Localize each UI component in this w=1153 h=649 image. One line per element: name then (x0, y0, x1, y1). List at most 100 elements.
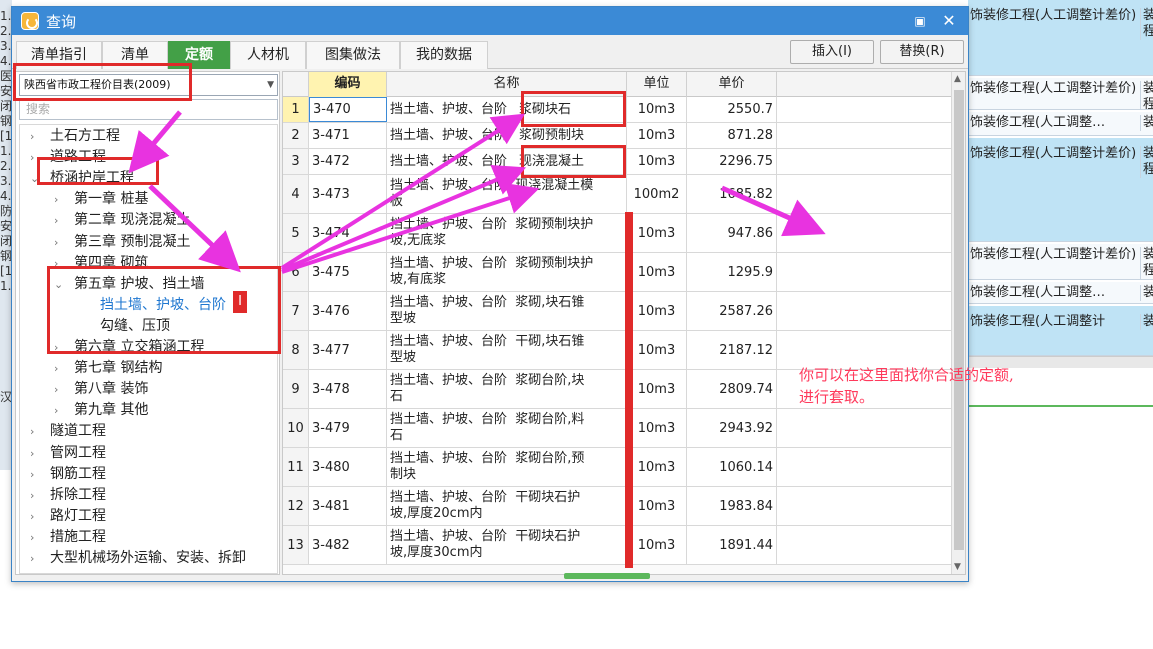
tab-my-data[interactable]: 我的数据 (400, 41, 488, 69)
cell-code: 3-471 (309, 123, 387, 148)
background-cell: 装 (1140, 314, 1153, 330)
cell-unit: 10m3 (627, 331, 687, 369)
tree-node[interactable]: › 拆除工程 (30, 485, 106, 506)
annotation-line-2: 进行套取。 (799, 388, 875, 406)
chevron-right-icon[interactable]: › (54, 358, 66, 379)
table-row[interactable]: 6 3-475 挡土墙、护坡、台阶 浆砌预制块护 坡,有底浆 10m3 1295.9 (283, 253, 951, 292)
cell-name-line: 挡土墙、护坡、台阶 浆砌,块石锥 (390, 295, 585, 310)
tree-node[interactable]: › 路灯工程 (30, 506, 106, 527)
tree-node[interactable]: › 第三章 预制混凝土 (54, 232, 190, 253)
splitter-handle[interactable] (564, 573, 650, 579)
background-strip-text: 3. (0, 39, 12, 53)
tree-node[interactable]: › 第二章 现浇混凝土 (54, 210, 190, 231)
header-unit[interactable]: 单位 (627, 72, 687, 97)
tab-materials[interactable]: 人材机 (230, 41, 306, 69)
chevron-right-icon[interactable]: › (54, 189, 66, 210)
tree-node[interactable]: › 措施工程 (30, 527, 106, 548)
background-strip-text: 2. (0, 24, 12, 38)
tree-node-label: 土石方工程 (50, 128, 120, 144)
tree-node[interactable]: › 隧道工程 (30, 421, 106, 442)
chevron-right-icon[interactable]: › (30, 464, 42, 485)
background-cell: 装程 (1140, 8, 1153, 40)
tree-node-label: 第一章 桩基 (74, 191, 149, 208)
cell-code: 3-472 (309, 149, 387, 174)
background-cell: 装 (1140, 285, 1153, 301)
cell-code: 3-475 (309, 253, 387, 291)
table-row[interactable]: 13 3-482 挡土墙、护坡、台阶 干砌块石护 坡,厚度30cm内 10m3 1891.… (283, 526, 951, 565)
cell-code: 3-473 (309, 175, 387, 213)
chevron-right-icon[interactable]: › (30, 548, 42, 569)
cell-name: 挡土墙、护坡、台阶 干砌块石护 坡,厚度20cm内 (387, 487, 627, 525)
table-row[interactable]: 11 3-480 挡土墙、护坡、台阶 浆砌台阶,预 制块 10m3 1060.14 (283, 448, 951, 487)
row-index: 8 (283, 331, 309, 369)
background-strip-text: 3. (0, 174, 12, 188)
vertical-scrollbar[interactable]: ▲ ▼ (951, 72, 965, 574)
background-strip-text: 1. (0, 279, 12, 293)
chevron-right-icon[interactable]: › (30, 126, 42, 147)
cell-code: 3-478 (309, 370, 387, 408)
cell-name-line: 挡土墙、护坡、台阶 干砌块石护 (390, 490, 581, 505)
maximize-icon[interactable]: ▣ (910, 12, 930, 30)
chevron-right-icon[interactable]: › (54, 210, 66, 231)
row-index: 2 (283, 123, 309, 148)
header-price[interactable]: 单价 (687, 72, 777, 97)
chevron-right-icon[interactable]: › (30, 443, 42, 464)
highlight-bridge (37, 157, 159, 185)
chevron-right-icon[interactable]: › (54, 379, 66, 400)
background-row: 饰装修工程(人工调整计差价)装程 (968, 0, 1153, 76)
replace-button[interactable]: 替换(R) (880, 40, 964, 64)
tree-node-label: 钢筋工程 (50, 465, 106, 482)
scroll-thumb[interactable] (954, 90, 964, 550)
table-row[interactable]: 12 3-481 挡土墙、护坡、台阶 干砌块石护 坡,厚度20cm内 10m3 1983.… (283, 487, 951, 526)
chevron-right-icon[interactable]: › (54, 232, 66, 253)
cell-name: 挡土墙、护坡、台阶 浆砌台阶,料石 (387, 409, 627, 447)
search-input[interactable]: 搜索 (19, 99, 278, 120)
tree-node-label: 管网工程 (50, 444, 106, 461)
tree-node[interactable]: › 第八章 装饰 (54, 379, 148, 400)
cell-price: 947.86 (687, 214, 777, 252)
background-row: 饰装修工程(人工调整… 装 (968, 112, 1153, 136)
cell-code: 3-477 (309, 331, 387, 369)
table-row[interactable]: 7 3-476 挡土墙、护坡、台阶 浆砌,块石锥 型坡 10m3 2587.26 (283, 292, 951, 331)
dialog-titlebar[interactable]: 查询 ▣ ✕ (12, 7, 968, 35)
chevron-right-icon[interactable]: › (54, 400, 66, 421)
app-logo-icon (21, 12, 39, 30)
insert-button[interactable]: 插入(I) (790, 40, 874, 64)
tree-node[interactable]: › 钢筋工程 (30, 464, 106, 485)
dropdown-arrow-icon[interactable]: ▼ (267, 75, 274, 95)
background-row: 饰装修工程(人工调整计差价)装程 (968, 138, 1153, 242)
cell-price: 2550.7 (687, 97, 777, 122)
tree-node[interactable]: › 大型机械场外运输、安装、拆卸 (30, 548, 246, 569)
chevron-right-icon[interactable]: › (30, 421, 42, 442)
tree-node[interactable]: › 第一章 桩基 (54, 189, 148, 210)
tree-node[interactable]: › 土石方工程 (30, 126, 120, 147)
header-code[interactable]: 编码 (309, 72, 387, 97)
tree-node-label: 第八章 装饰 (74, 381, 149, 398)
cell-name-part: 挡土墙、护坡、台阶 (390, 127, 508, 143)
tree-node[interactable]: › 第九章 其他 (54, 400, 148, 421)
close-icon[interactable]: ✕ (938, 11, 960, 31)
tree-node[interactable]: › 第七章 钢结构 (54, 358, 162, 379)
cell-unit: 10m3 (627, 526, 687, 564)
chevron-right-icon[interactable]: › (30, 527, 42, 548)
tree-node-label: 路灯工程 (50, 507, 106, 524)
cell-name-line: 挡土墙、护坡、台阶 干砌块石护 (390, 529, 581, 544)
tab-atlas-method[interactable]: 图集做法 (306, 41, 400, 69)
chevron-right-icon[interactable]: › (30, 485, 42, 506)
cell-name-line: 挡土墙、护坡、台阶 浆砌预制块护 (390, 256, 594, 271)
cell-name-part: 浆砌预制块 (519, 127, 585, 143)
row-index: 5 (283, 214, 309, 252)
tree-node[interactable]: › 管网工程 (30, 443, 106, 464)
cell-name-line: 坡,厚度20cm内 (390, 506, 483, 521)
background-cell: 装 (1140, 115, 1153, 131)
chevron-right-icon[interactable]: › (30, 506, 42, 527)
scroll-up-icon[interactable]: ▲ (954, 74, 961, 84)
background-cell: 装程 (1140, 146, 1153, 178)
background-cell: 装程 (1140, 81, 1153, 109)
table-row[interactable]: 10 3-479 挡土墙、护坡、台阶 浆砌台阶,料石 10m3 2943.92 (283, 409, 951, 448)
cell-code: 3-481 (309, 487, 387, 525)
table-row[interactable]: 4 3-473 挡土墙、护坡、台阶 现浇混凝土模板 100m2 1685.82 (283, 175, 951, 214)
table-row[interactable]: 5 3-474 挡土墙、护坡、台阶 浆砌预制块护 坡,无底浆 10m3 947.86 (283, 214, 951, 253)
cell-price: 2296.75 (687, 149, 777, 174)
scroll-down-icon[interactable]: ▼ (954, 562, 961, 572)
